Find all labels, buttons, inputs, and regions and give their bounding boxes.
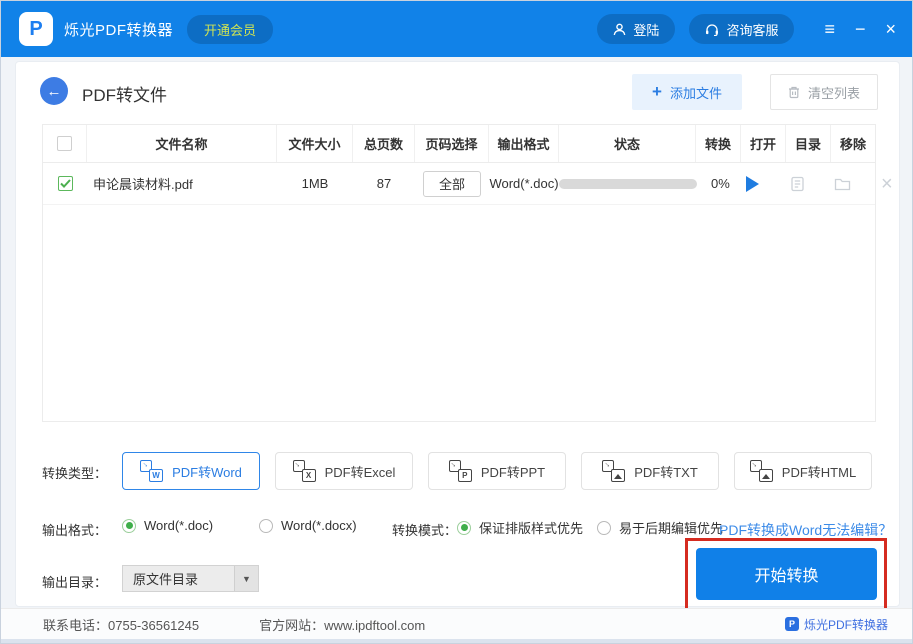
file-size: 1MB <box>301 176 329 191</box>
col-file-name: 文件名称 <box>87 125 277 162</box>
support-label: 咨询客服 <box>726 22 779 38</box>
main-panel: ← PDF转文件 + 添加文件 清空列表 文件名称 文件大小 总页数 页码选择 <box>15 61 900 611</box>
tab-label: PDF转HTML <box>781 464 857 480</box>
open-folder-icon[interactable] <box>834 177 851 191</box>
col-convert: 转换 <box>696 125 741 162</box>
app-logo-icon: P <box>19 12 53 46</box>
page-title: PDF转文件 <box>82 86 167 105</box>
page-select-button[interactable]: 全部 <box>423 170 481 197</box>
convert-play-button[interactable] <box>745 175 759 192</box>
progress-text: 0% <box>711 176 730 191</box>
start-convert-button[interactable]: 开始转换 <box>696 548 877 600</box>
output-dir-dropdown[interactable]: 原文件目录 ▼ <box>122 565 259 592</box>
cannot-edit-help-link[interactable]: PDF转换成Word无法编辑？ <box>719 520 892 540</box>
output-dir-label: 输出目录： <box>42 575 108 590</box>
col-total-pages: 总页数 <box>353 125 415 162</box>
brand-logo-icon: P <box>784 617 799 631</box>
col-remove: 移除 <box>839 137 866 152</box>
headset-icon <box>705 23 719 36</box>
back-button[interactable]: ← <box>40 77 68 105</box>
table-row: 申论晨读材料.pdf 1MB 87 全部 Word(*.doc) 0% × <box>43 163 893 205</box>
radio-label: 易于后期编辑优先 <box>619 521 724 536</box>
radio-on-icon <box>457 520 471 535</box>
title-bar: P 烁光PDF转换器 开通会员 登陆 咨询客服 ≡ − × <box>1 1 912 57</box>
tab-pdf-to-txt[interactable]: PDF转TXT <box>581 452 719 490</box>
minimize-icon[interactable]: − <box>855 20 866 38</box>
pdf-to-word-icon: W <box>140 460 164 482</box>
image-icon <box>614 473 623 479</box>
footer: 联系电话：0755-36561245 官方网站：www.ipdftool.com… <box>1 608 912 639</box>
progress-bar <box>559 178 697 189</box>
radio-label: 保证排版样式优先 <box>479 521 584 536</box>
radio-off-icon <box>259 518 273 533</box>
convert-type-label: 转换类型： <box>42 466 108 481</box>
footer-brand: P 烁光PDF转换器 <box>784 616 888 633</box>
pdf-to-excel-icon: X <box>292 460 316 482</box>
file-name: 申论晨读材料.pdf <box>93 177 193 192</box>
tab-pdf-to-html[interactable]: PDF转HTML <box>734 452 872 490</box>
radio-label: Word(*.docx) <box>281 518 357 533</box>
radio-word-docx[interactable]: Word(*.docx) <box>259 518 357 533</box>
clear-list-label: 清空列表 <box>807 85 860 101</box>
select-all-checkbox[interactable] <box>57 136 72 151</box>
table-header-row: 文件名称 文件大小 总页数 页码选择 输出格式 状态 转换 打开 目录 移除 <box>43 125 875 163</box>
radio-word-doc[interactable]: Word(*.doc) <box>122 518 213 533</box>
add-files-label: 添加文件 <box>669 85 722 101</box>
remove-file-icon[interactable]: × <box>881 174 893 194</box>
user-icon <box>613 23 626 36</box>
col-output-format: 输出格式 <box>489 125 559 162</box>
brand-name: 烁光PDF转换器 <box>803 617 888 632</box>
login-button[interactable]: 登陆 <box>597 14 676 44</box>
vip-badge-button[interactable]: 开通会员 <box>187 14 274 44</box>
radio-label: Word(*.doc) <box>144 518 214 533</box>
radio-edit-priority[interactable]: 易于后期编辑优先 <box>597 518 723 537</box>
menu-icon[interactable]: ≡ <box>824 20 835 38</box>
window-bottom-edge <box>1 639 912 643</box>
app-window: P 烁光PDF转换器 开通会员 登陆 咨询客服 ≡ − × ← PDF转文件 +… <box>0 0 913 644</box>
support-button[interactable]: 咨询客服 <box>689 14 795 44</box>
output-dir-value: 原文件目录 <box>133 572 199 587</box>
convert-mode-label: 转换模式： <box>392 523 458 538</box>
output-format-value: Word(*.doc) <box>489 176 559 191</box>
output-format-label: 输出格式： <box>42 523 108 538</box>
tab-pdf-to-ppt[interactable]: P PDF转PPT <box>428 452 566 490</box>
radio-layout-priority[interactable]: 保证排版样式优先 <box>457 518 583 537</box>
close-icon[interactable]: × <box>885 20 896 38</box>
total-pages: 87 <box>376 176 392 191</box>
trash-icon <box>788 86 800 99</box>
tab-pdf-to-excel[interactable]: X PDF转Excel <box>275 452 413 490</box>
add-files-button[interactable]: + 添加文件 <box>632 74 742 110</box>
tab-label: PDF转Excel <box>324 464 396 480</box>
convert-type-tabs: W PDF转Word X PDF转Excel P PDF转PPT <box>122 452 872 490</box>
login-label: 登陆 <box>633 22 660 38</box>
plus-icon: + <box>652 82 662 101</box>
tab-label: PDF转PPT <box>480 464 546 480</box>
row-checkbox[interactable] <box>57 176 73 191</box>
pdf-to-ppt-icon: P <box>448 460 472 482</box>
image-icon <box>761 473 770 479</box>
back-arrow-icon: ← <box>46 82 62 100</box>
tab-label: PDF转Word <box>172 464 242 480</box>
col-status: 状态 <box>559 125 696 162</box>
col-directory: 目录 <box>786 125 831 162</box>
official-website: 官方网站：www.ipdftool.com <box>259 617 426 633</box>
tab-pdf-to-word[interactable]: W PDF转Word <box>122 452 260 490</box>
radio-off-icon <box>597 520 611 535</box>
col-file-size: 文件大小 <box>277 125 353 162</box>
contact-phone: 联系电话：0755-36561245 <box>43 617 200 633</box>
col-page-select: 页码选择 <box>415 125 489 162</box>
pdf-to-txt-icon <box>602 460 626 482</box>
app-title: 烁光PDF转换器 <box>64 21 174 39</box>
tab-label: PDF转TXT <box>634 464 698 480</box>
col-open: 打开 <box>741 125 786 162</box>
clear-list-button[interactable]: 清空列表 <box>770 74 878 110</box>
chevron-down-icon: ▼ <box>234 566 258 591</box>
pdf-to-html-icon <box>749 460 773 482</box>
file-table: 文件名称 文件大小 总页数 页码选择 输出格式 状态 转换 打开 目录 移除 申… <box>42 124 893 422</box>
open-file-icon[interactable] <box>790 176 805 192</box>
radio-on-icon <box>122 518 136 533</box>
